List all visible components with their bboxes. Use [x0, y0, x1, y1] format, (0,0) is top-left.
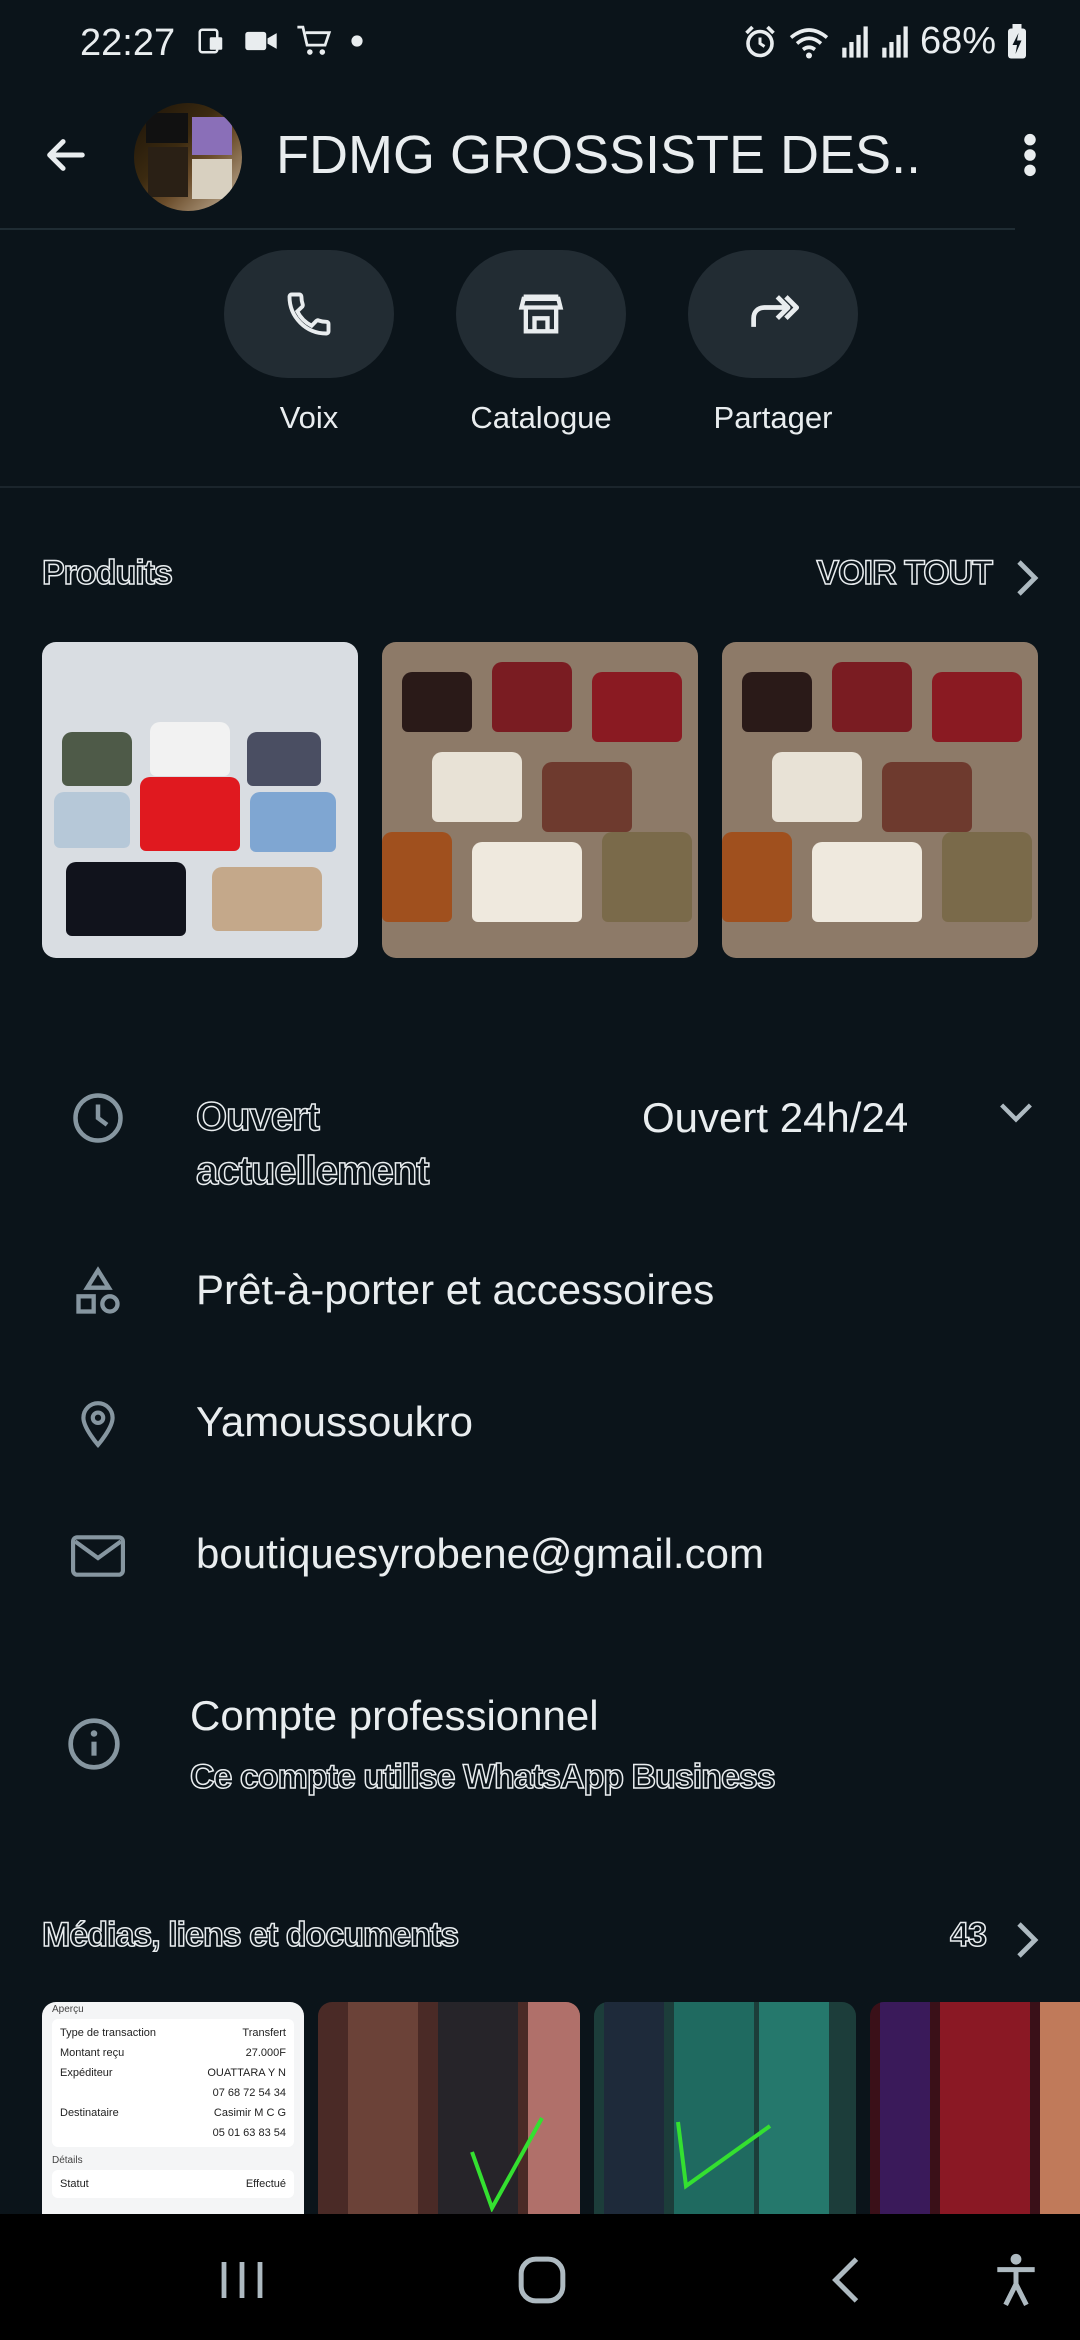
products-header: Produits VOIR TOUT	[41, 553, 1042, 604]
chevron-right-icon[interactable]	[1012, 1920, 1042, 1960]
back-button[interactable]	[30, 120, 100, 190]
video-icon	[245, 31, 277, 51]
receipt-value: Transfert	[242, 2027, 286, 2039]
business-account-row[interactable]: Compte professionnel Ce compte utilise W…	[0, 1688, 1080, 1808]
receipt-label: Montant reçu	[60, 2047, 125, 2059]
store-icon	[518, 294, 564, 334]
receipt-label: Type de transaction	[60, 2027, 157, 2039]
media-carousel: Aperçu Type de transaction Transfert Mont…	[42, 2002, 1080, 2214]
location-text: Yamoussoukro	[196, 1398, 474, 1445]
receipt-value: 27.000F	[245, 2047, 286, 2059]
arrow-left-icon	[47, 139, 85, 171]
hours-value: Ouvert 24h/24	[642, 1094, 909, 1141]
chevron-right-icon[interactable]	[1012, 558, 1042, 598]
media-thumbnail[interactable]	[594, 2002, 856, 2214]
status-bar: 22:27 68%	[0, 0, 1080, 90]
location-row[interactable]: Yamoussoukro	[0, 1392, 1080, 1456]
dot-icon	[351, 35, 363, 47]
product-thumbnail[interactable]	[722, 642, 1038, 958]
chevron-left-icon	[832, 2257, 859, 2303]
email-row[interactable]: boutiquesyrobene@gmail.com	[0, 1524, 1080, 1588]
contact-header: FDMG GROSSISTE DES...	[0, 90, 1080, 230]
status-left-icons	[196, 24, 364, 58]
business-hours-row[interactable]: Ouvert actuellement Ouvert 24h/24	[0, 1086, 1080, 1206]
action-label: Catalogue	[470, 400, 612, 435]
checkmark-icon	[470, 2117, 544, 2212]
account-subtitle: Ce compte utilise WhatsApp Business	[189, 1757, 776, 1797]
location-pin-icon	[81, 1401, 115, 1448]
voice-call-button[interactable]: Voix	[224, 250, 394, 436]
hours-status: Ouvert actuellement	[195, 1094, 430, 1194]
media-thumbnail[interactable]: Aperçu Type de transaction Transfert Mont…	[42, 2002, 304, 2214]
signal-icon	[842, 25, 868, 58]
info-icon	[68, 1718, 120, 1770]
alarm-icon	[745, 25, 775, 57]
signal-icon	[882, 25, 908, 58]
page-title: FDMG GROSSISTE DES...	[276, 125, 916, 185]
back-nav-button[interactable]	[816, 2250, 876, 2310]
media-header[interactable]: Médias, liens et documents 43	[41, 1915, 1042, 1966]
header-divider	[0, 228, 1015, 230]
shapes-icon	[76, 1266, 120, 1314]
wifi-icon	[789, 27, 829, 58]
media-count: 43	[949, 1915, 987, 1955]
receipt-value: 05 01 63 83 54	[212, 2127, 286, 2139]
accessibility-button[interactable]	[986, 2250, 1046, 2310]
receipt-value: OUATTARA Y N	[207, 2067, 286, 2079]
media-title: Médias, liens et documents	[41, 1915, 460, 1955]
section-divider	[0, 486, 1080, 488]
receipt-heading: Aperçu	[52, 2004, 84, 2015]
category-text: Prêt-à-porter et accessoires	[196, 1266, 715, 1313]
status-right: 68%	[742, 20, 1028, 63]
media-thumbnail[interactable]	[870, 2002, 1080, 2214]
battery-percent: 68%	[919, 20, 996, 62]
receipt-value: 07 68 72 54 34	[212, 2087, 286, 2099]
phone-icon	[287, 292, 331, 336]
email-text: boutiquesyrobene@gmail.com	[196, 1530, 764, 1577]
receipt-value: Effectué	[245, 2178, 286, 2190]
screenshot-icon	[198, 28, 223, 54]
home-icon	[518, 2256, 566, 2304]
account-title: Compte professionnel	[190, 1692, 599, 1739]
avatar[interactable]	[134, 103, 242, 211]
media-thumbnail[interactable]	[318, 2002, 580, 2214]
home-button[interactable]	[512, 2250, 572, 2310]
catalogue-button[interactable]: Catalogue	[456, 250, 626, 436]
product-thumbnail[interactable]	[42, 642, 358, 958]
more-options-button[interactable]	[1000, 120, 1060, 190]
products-carousel	[42, 642, 1042, 958]
cart-icon	[297, 25, 332, 55]
action-label: Voix	[279, 400, 339, 435]
mail-icon	[71, 1535, 125, 1577]
receipt-value: Casimir M C G	[213, 2107, 286, 2119]
action-label: Partager	[713, 400, 833, 435]
recent-apps-button[interactable]	[212, 2250, 272, 2310]
receipt-label: Destinataire	[60, 2107, 119, 2119]
status-time: 22:27	[80, 22, 176, 64]
system-nav-bar	[0, 2214, 1080, 2340]
clock-icon	[73, 1093, 123, 1143]
recent-apps-icon	[221, 2262, 263, 2298]
category-row: Prêt-à-porter et accessoires	[0, 1260, 1080, 1324]
products-title: Produits	[41, 553, 173, 593]
receipt-details: Détails	[52, 2155, 83, 2166]
receipt-label: Statut	[60, 2178, 89, 2190]
chevron-down-icon[interactable]	[998, 1100, 1034, 1128]
more-vertical-icon	[1024, 133, 1036, 177]
share-icon	[751, 295, 800, 327]
action-buttons: Voix Catalogue Partager	[0, 250, 1080, 450]
share-button[interactable]: Partager	[688, 250, 858, 436]
receipt-label: Expéditeur	[60, 2067, 113, 2079]
accessibility-icon	[997, 2253, 1035, 2307]
battery-charging-icon	[1008, 23, 1026, 58]
product-thumbnail[interactable]	[382, 642, 698, 958]
see-all-link[interactable]: VOIR TOUT	[816, 553, 994, 593]
checkmark-icon	[676, 2121, 772, 2190]
